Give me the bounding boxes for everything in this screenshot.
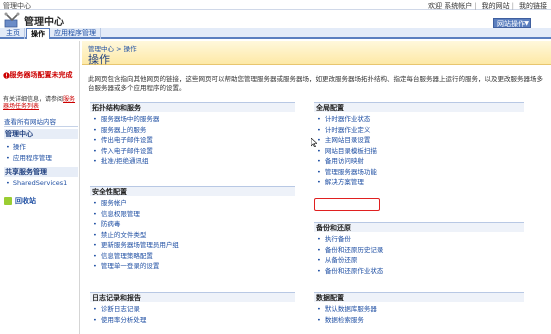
nav-section-shared-services[interactable]: 共享服务管理 <box>4 167 78 177</box>
admin-tools-icon <box>4 12 20 28</box>
page-title: 操作 <box>88 53 110 66</box>
link-site-directory-scan[interactable]: 网站目录模板扫描 <box>314 146 524 157</box>
nav-item-app-management[interactable]: 应用程序管理 <box>6 152 52 162</box>
tab-operations[interactable]: 操作 <box>26 28 50 39</box>
warning-text: 服务器场配置未完成 <box>9 71 73 79</box>
warning-hint: 有关详细信息，请参阅服务器场任务列表 <box>3 96 79 110</box>
title-row: 管理中心 <box>0 10 551 30</box>
link-blocked-file-types[interactable]: 禁止的文件类型 <box>90 230 295 241</box>
nav-section-central-admin[interactable]: 管理中心 <box>4 129 78 139</box>
divider: | <box>511 2 514 10</box>
panel-security: 安全性配置 服务帐户 信息权限管理 防病毒 禁止的文件类型 更新服务器场管理员用… <box>90 186 295 272</box>
link-info-policy[interactable]: 信息管理策略配置 <box>90 251 295 262</box>
panel-list: 服务帐户 信息权限管理 防病毒 禁止的文件类型 更新服务器场管理员用户组 信息管… <box>90 196 295 272</box>
panel-list: 服务器场中的服务器 服务器上的服务 传出电子邮件设置 传入电子邮件设置 批准/拒… <box>90 112 295 167</box>
site-actions-label: 网站操作 <box>497 20 525 28</box>
link-master-site-directory[interactable]: 主网站目录设置 <box>314 135 524 146</box>
link-incoming-email[interactable]: 传入电子邮件设置 <box>90 146 295 157</box>
panel-list: 默认数据库服务器 数据检索服务 <box>314 302 524 325</box>
warning-icon <box>3 72 10 79</box>
link-timer-job-status[interactable]: 计时器作业状态 <box>314 114 524 125</box>
tab-app-management[interactable]: 应用程序管理 <box>50 28 101 39</box>
title-band: 管理中心 > 操作 操作 <box>82 41 551 66</box>
panel-title: 数据配置 <box>314 292 524 302</box>
panel-logging: 日志记录和报告 诊断日志记录 使用率分析处理 <box>90 292 295 325</box>
link-approve-distribution-groups[interactable]: 批准/拒绝通讯组 <box>90 156 295 167</box>
panel-data-config: 数据配置 默认数据库服务器 数据检索服务 <box>314 292 524 325</box>
site-actions-button[interactable]: 网站操作 ▼ <box>493 18 531 28</box>
panel-title: 备份和还原 <box>314 222 524 232</box>
link-single-sign-on[interactable]: 管理单一登录的设置 <box>90 261 295 272</box>
link-data-retrieval[interactable]: 数据检索服务 <box>314 315 524 326</box>
view-all-site-content-link[interactable]: 查看所有网站内容 <box>4 118 78 127</box>
link-farm-admin-group[interactable]: 更新服务器场管理员用户组 <box>90 240 295 251</box>
panel-global-config: 全局配置 计时器作业状态 计时器作业定义 主网站目录设置 网站目录模板扫描 备用… <box>314 102 524 188</box>
left-nav: 服务器场配置未完成 有关详细信息，请参阅服务器场任务列表 查看所有网站内容 管理… <box>0 41 80 334</box>
main-content: 管理中心 > 操作 操作 此网页包含指向其他网页的链接，这些网页可以帮助您管理服… <box>82 41 551 334</box>
link-farm-servers[interactable]: 服务器场中的服务器 <box>90 114 295 125</box>
highlight-box <box>314 198 380 211</box>
recycle-bin-link[interactable]: 回收站 <box>4 196 36 206</box>
link-services-on-server[interactable]: 服务器上的服务 <box>90 125 295 136</box>
link-diagnostic-logging[interactable]: 诊断日志记录 <box>90 304 295 315</box>
panel-title: 日志记录和报告 <box>90 292 295 302</box>
link-usage-analysis[interactable]: 使用率分析处理 <box>90 315 295 326</box>
site-title: 管理中心 <box>24 17 64 28</box>
nav-item-shared-services1[interactable]: SharedServices1 <box>6 179 67 187</box>
link-backup-job-status[interactable]: 备份和还原作业状态 <box>314 266 524 277</box>
panel-list: 诊断日志记录 使用率分析处理 <box>90 302 295 325</box>
link-restore-from-backup[interactable]: 从备份还原 <box>314 255 524 266</box>
link-alternate-access-mappings[interactable]: 备用访问映射 <box>314 156 524 167</box>
link-manage-farm-features[interactable]: 管理服务器场功能 <box>314 167 524 178</box>
top-bar: 管理中心 欢迎 系统帐户 | 我的网站 | 我的链接 <box>0 0 551 10</box>
link-default-db-server[interactable]: 默认数据库服务器 <box>314 304 524 315</box>
panel-topology: 拓扑结构和服务 服务器场中的服务器 服务器上的服务 传出电子邮件设置 传入电子邮… <box>90 102 295 167</box>
link-service-accounts[interactable]: 服务帐户 <box>90 198 295 209</box>
panel-title: 全局配置 <box>314 102 524 112</box>
link-backup-history[interactable]: 备份和还原历史记录 <box>314 245 524 256</box>
recycle-bin-label: 回收站 <box>15 197 36 205</box>
my-links-link[interactable]: 我的链接 <box>519 2 547 10</box>
panel-list: 计时器作业状态 计时器作业定义 主网站目录设置 网站目录模板扫描 备用访问映射 … <box>314 112 524 188</box>
panel-list: 执行备份 备份和还原历史记录 从备份还原 备份和还原作业状态 <box>314 232 524 276</box>
tab-home[interactable]: 主页 <box>2 28 25 39</box>
link-outgoing-email[interactable]: 传出电子邮件设置 <box>90 135 295 146</box>
page-description: 此网页包含指向其他网页的链接，这些网页可以帮助您管理服务器或服务器场，如更改服务… <box>88 75 543 92</box>
link-irm[interactable]: 信息权限管理 <box>90 209 295 220</box>
link-timer-job-definitions[interactable]: 计时器作业定义 <box>314 125 524 136</box>
recycle-bin-icon <box>4 197 12 205</box>
panel-title: 拓扑结构和服务 <box>90 102 295 112</box>
nav-item-operations[interactable]: 操作 <box>6 141 26 151</box>
link-perform-backup[interactable]: 执行备份 <box>314 234 524 245</box>
panel-backup: 备份和还原 执行备份 备份和还原历史记录 从备份还原 备份和还原作业状态 <box>314 222 524 276</box>
my-site-link[interactable]: 我的网站 <box>482 2 510 10</box>
link-antivirus[interactable]: 防病毒 <box>90 219 295 230</box>
panel-title: 安全性配置 <box>90 186 295 196</box>
warning-hint-text: 有关详细信息，请参阅 <box>3 96 64 103</box>
link-solution-management[interactable]: 解决方案管理 <box>314 177 524 188</box>
tab-bar: 主页 操作 应用程序管理 <box>0 28 551 39</box>
divider: | <box>474 2 477 10</box>
warning-title: 服务器场配置未完成 <box>3 71 78 80</box>
welcome-menu[interactable]: 欢迎 系统帐户 <box>428 2 472 10</box>
chevron-down-icon: ▼ <box>524 20 529 27</box>
